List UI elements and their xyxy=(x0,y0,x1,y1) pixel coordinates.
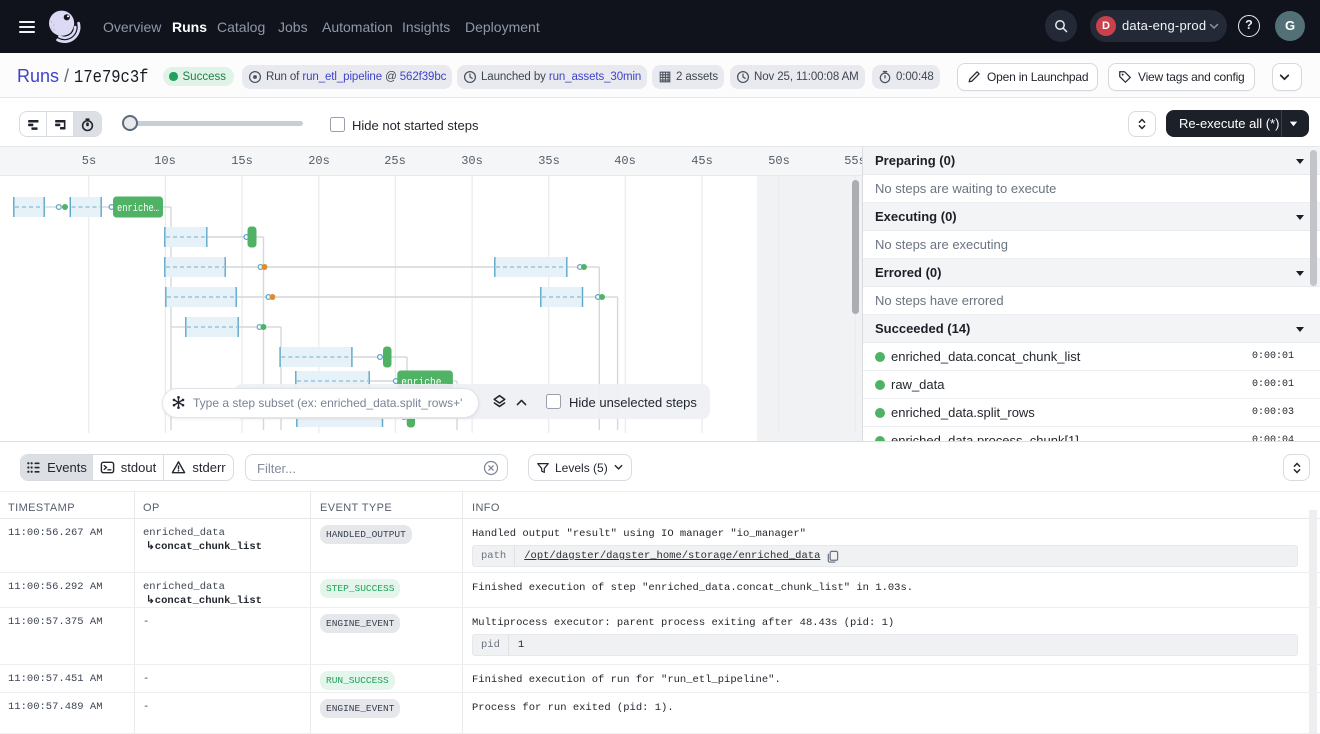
svg-text:enriche…: enriche… xyxy=(117,203,159,215)
